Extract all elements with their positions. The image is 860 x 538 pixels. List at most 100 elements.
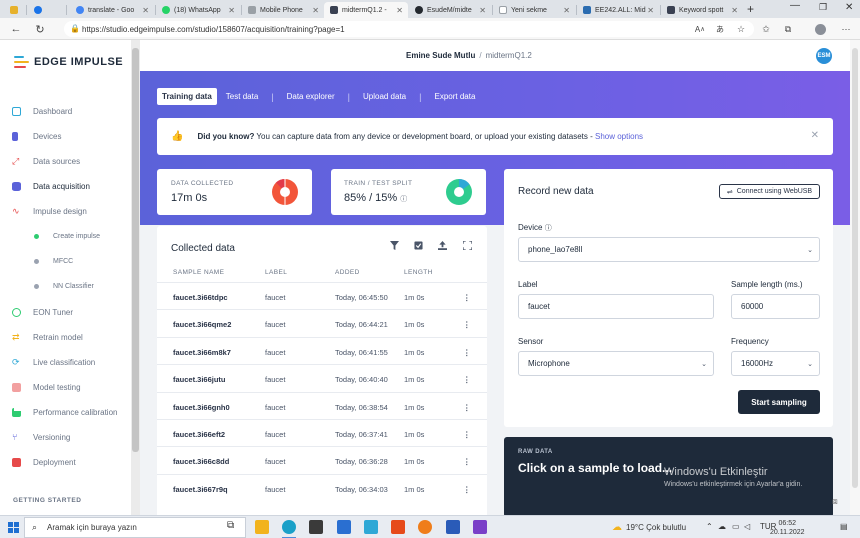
close-tab-icon[interactable]: ✕: [142, 6, 149, 15]
filter-icon[interactable]: [389, 240, 399, 250]
sidebar-item-impulse-design[interactable]: ∿ Impulse design: [12, 207, 87, 217]
sample-name-cell[interactable]: faucet.3i66jutu: [173, 375, 226, 384]
show-options-link[interactable]: Show options: [595, 132, 643, 141]
browser-tab[interactable]: Keyword spott ✕: [661, 2, 743, 18]
row-menu-icon[interactable]: ⋮: [463, 403, 471, 412]
sidebar-subitem-mfcc[interactable]: MFCC: [34, 258, 73, 265]
table-row[interactable]: faucet.3i66gnh0 faucet Today, 06:38:54 1m 0…: [157, 391, 487, 419]
sample-name-cell[interactable]: faucet.3i66m8k7: [173, 348, 231, 357]
sidebar-item-live-classification[interactable]: ⟳ Live classification: [12, 358, 95, 368]
sidebar-item-devices[interactable]: Devices: [12, 132, 61, 141]
row-menu-icon[interactable]: ⋮: [463, 348, 471, 357]
project-name[interactable]: midtermQ1.2: [486, 51, 532, 60]
browser-tab[interactable]: Yeni sekme ✕: [493, 2, 575, 18]
frequency-select[interactable]: 16000Hz ⌄: [731, 351, 820, 376]
url-field[interactable]: 🔒 https://studio.edgeimpulse.com/studio/…: [64, 21, 754, 37]
sidebar-item-retrain-model[interactable]: ⇄ Retrain model: [12, 333, 83, 343]
table-row[interactable]: faucet.3i66qme2 faucet Today, 06:44:21 1m 0…: [157, 309, 487, 336]
close-icon[interactable]: ✕: [811, 130, 819, 141]
device-select[interactable]: phone_lao7e8ll ⌄: [518, 237, 820, 262]
table-row[interactable]: faucet.3i66jutu faucet Today, 06:40:40 1m 0…: [157, 364, 487, 391]
sample-name-cell[interactable]: faucet.3i667r9q: [173, 485, 228, 494]
sidebar-item-performance-calibration[interactable]: Performance calibration: [12, 408, 117, 417]
minimize-button[interactable]: —: [790, 0, 800, 11]
sidebar-scrollbar-thumb[interactable]: [132, 48, 139, 452]
close-tab-icon[interactable]: ✕: [563, 6, 570, 15]
tab-training-data[interactable]: Training data: [157, 88, 217, 105]
translate-icon[interactable]: あ: [712, 21, 728, 37]
edge-browser-icon[interactable]: [282, 520, 296, 534]
taskbar-clock[interactable]: 06:52 20.11.2022: [770, 519, 805, 537]
volume-icon[interactable]: ◁: [744, 522, 750, 531]
browser-tab[interactable]: [28, 2, 48, 18]
new-tab-button[interactable]: +: [747, 2, 754, 16]
row-menu-icon[interactable]: ⋮: [463, 375, 471, 384]
sidebar-item-versioning[interactable]: ⑂ Versioning: [12, 433, 70, 443]
reload-icon[interactable]: ↻: [32, 21, 48, 37]
row-menu-icon[interactable]: ⋮: [463, 293, 471, 302]
weather-widget[interactable]: ☁ 19°C Çok bulutlu: [612, 522, 686, 533]
tab-upload-data[interactable]: Upload data: [358, 88, 411, 105]
network-icon[interactable]: ▭: [732, 522, 740, 531]
tray-chevron-icon[interactable]: ⌃: [706, 522, 713, 531]
sidebar-subitem-nn-classifier[interactable]: NN Classifier: [34, 283, 94, 290]
sidebar-item-eon-tuner[interactable]: EON Tuner: [12, 308, 73, 317]
collections-icon[interactable]: ⧉: [780, 21, 796, 37]
column-header-added[interactable]: ADDED: [335, 269, 360, 276]
user-avatar[interactable]: ESM: [816, 48, 832, 64]
office-icon[interactable]: [391, 520, 405, 534]
close-tab-icon[interactable]: ✕: [647, 6, 654, 15]
mail-icon[interactable]: [337, 520, 351, 534]
browser-tab[interactable]: Mobile Phone ✕: [242, 2, 324, 18]
windows-start-icon[interactable]: [8, 522, 19, 533]
table-row[interactable]: faucet.3i667r9q faucet Today, 06:34:03 1m 0…: [157, 473, 487, 501]
tab-test-data[interactable]: Test data: [221, 88, 263, 105]
table-row[interactable]: faucet.3i66c8dd faucet Today, 06:36:28 1m 0…: [157, 446, 487, 473]
column-header-label[interactable]: LABEL: [265, 269, 287, 276]
feedback-icon[interactable]: ⧈: [832, 496, 838, 507]
column-header-length[interactable]: LENGTH: [404, 269, 433, 276]
app-icon[interactable]: [473, 520, 487, 534]
user-name[interactable]: Emine Sude Mutlu: [406, 51, 475, 60]
close-tab-icon[interactable]: ✕: [312, 6, 319, 15]
close-tab-icon[interactable]: ✕: [396, 6, 403, 15]
sensor-select[interactable]: Microphone ⌄: [518, 351, 714, 376]
row-menu-icon[interactable]: ⋮: [463, 485, 471, 494]
row-menu-icon[interactable]: ⋮: [463, 430, 471, 439]
file-explorer-icon[interactable]: [255, 520, 269, 534]
column-header-sample-name[interactable]: SAMPLE NAME: [173, 269, 224, 276]
tab-data-explorer[interactable]: Data explorer: [282, 88, 340, 105]
start-sampling-button[interactable]: Start sampling: [738, 390, 820, 414]
sidebar-item-data-acquisition[interactable]: Data acquisition: [12, 182, 90, 191]
sample-name-cell[interactable]: faucet.3i66c8dd: [173, 457, 229, 466]
read-aloud-icon[interactable]: A ∧: [692, 21, 708, 37]
sidebar-item-deployment[interactable]: Deployment: [12, 458, 76, 467]
word-icon[interactable]: [446, 520, 460, 534]
browser-tab-active[interactable]: midtermQ1.2 - ✕: [324, 2, 408, 18]
browser-tab[interactable]: EsudeM/midte ✕: [409, 2, 491, 18]
table-row[interactable]: faucet.3i66eft2 faucet Today, 06:37:41 1m 0…: [157, 419, 487, 446]
table-row[interactable]: faucet.3i66tdpc faucet Today, 06:45:50 1m 0…: [157, 282, 487, 309]
sample-name-cell[interactable]: faucet.3i66qme2: [173, 320, 231, 329]
favorites-icon[interactable]: ✩: [758, 21, 774, 37]
table-row[interactable]: faucet.3i66m8k7 faucet Today, 06:41:55 1m 0…: [157, 336, 487, 364]
notifications-icon[interactable]: ▤: [840, 522, 848, 531]
connect-webusb-button[interactable]: ⇌ Connect using WebUSB: [719, 184, 820, 199]
browser-tab[interactable]: (18) WhatsApp ✕: [156, 2, 240, 18]
page-scrollbar-thumb[interactable]: [852, 48, 858, 488]
sidebar-subitem-create-impulse[interactable]: Create impulse: [34, 233, 100, 240]
tab-export-data[interactable]: Export data: [429, 88, 480, 105]
select-checkbox-icon[interactable]: [413, 240, 423, 250]
profile-avatar-icon[interactable]: [812, 21, 828, 37]
favorite-star-icon[interactable]: ☆: [733, 21, 749, 37]
app-icon[interactable]: [364, 520, 378, 534]
edge-impulse-logo[interactable]: EDGE IMPULSE: [14, 56, 123, 68]
close-tab-icon[interactable]: ✕: [228, 6, 235, 15]
close-tab-icon[interactable]: ✕: [731, 6, 738, 15]
browser-tab[interactable]: EE242.ALL: Mid ✕: [577, 2, 659, 18]
task-view-icon[interactable]: ⧉: [227, 520, 241, 534]
media-player-icon[interactable]: [418, 520, 432, 534]
label-input[interactable]: faucet: [518, 294, 714, 319]
row-menu-icon[interactable]: ⋮: [463, 457, 471, 466]
help-circle-icon[interactable]: ⓘ: [545, 225, 552, 232]
